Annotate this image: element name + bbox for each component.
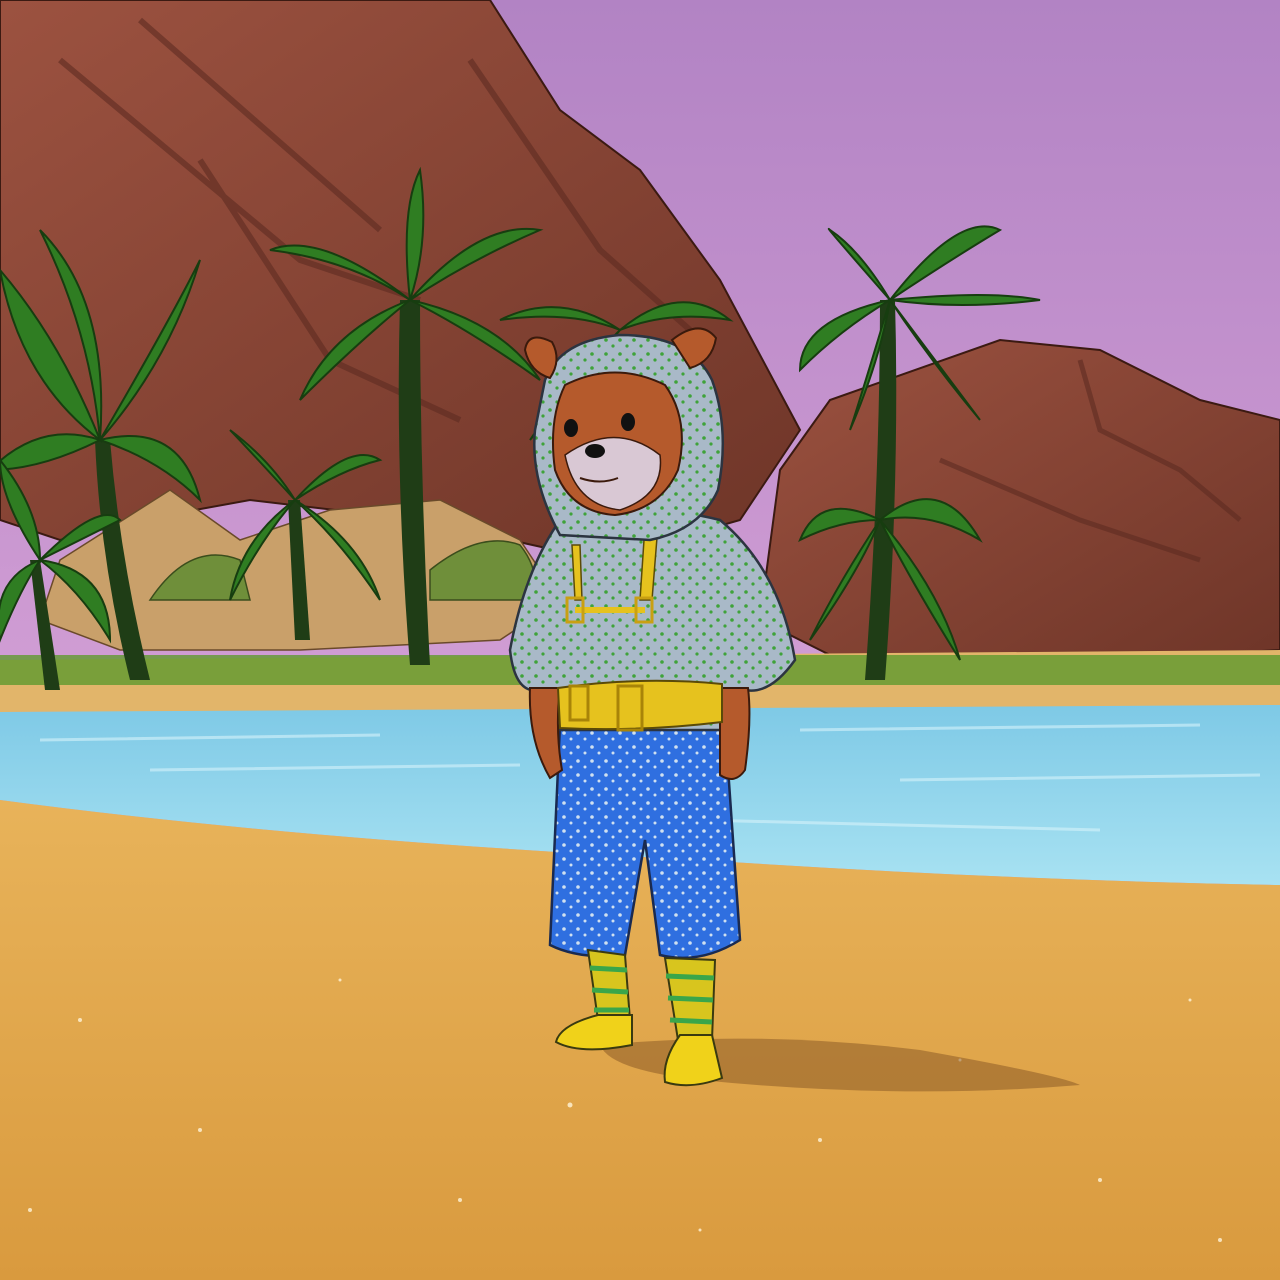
bear-right-eye: [621, 413, 635, 431]
bear-left-eye: [564, 419, 578, 437]
bear-right-arm: [718, 687, 751, 780]
bear-belt: [556, 679, 723, 731]
game-scene: [0, 0, 1280, 1280]
bear-nose: [585, 444, 605, 458]
